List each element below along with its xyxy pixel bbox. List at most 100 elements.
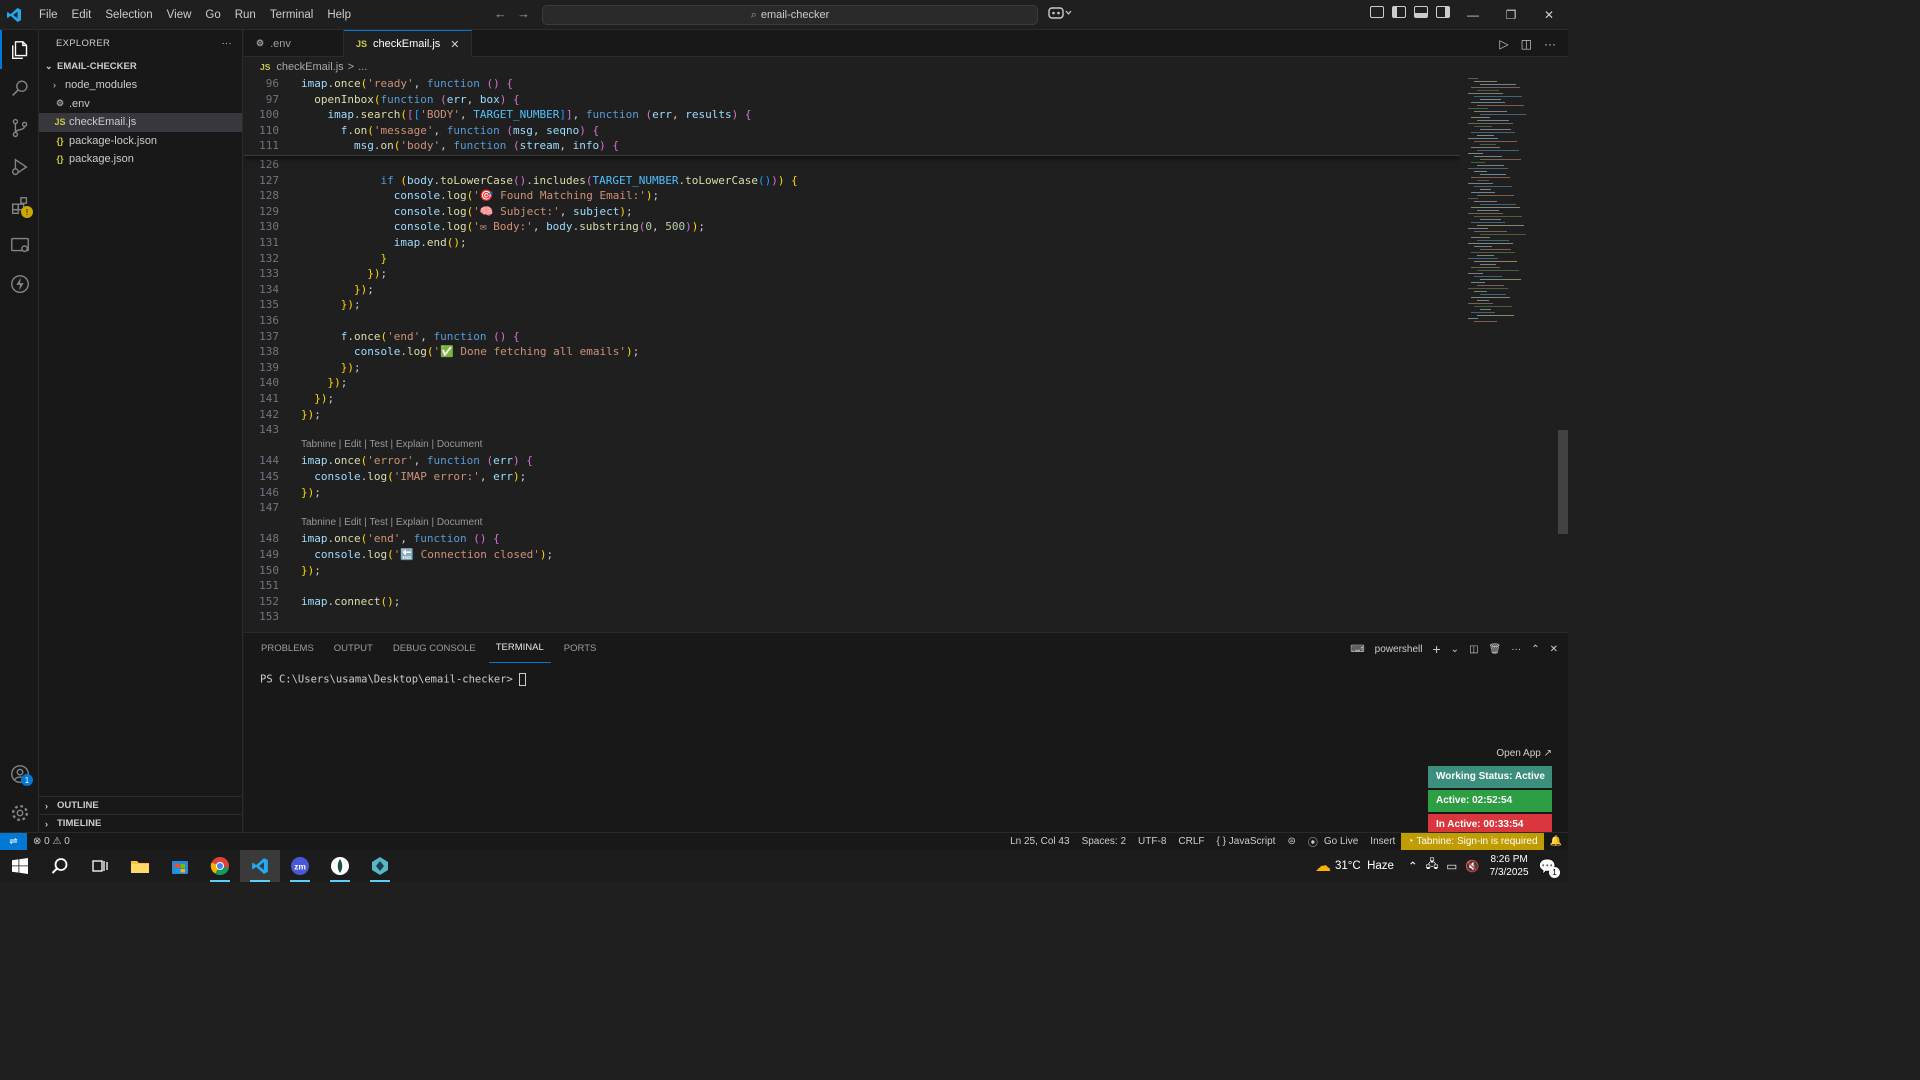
new-terminal-icon[interactable]: + [1432, 641, 1440, 657]
explorer-icon[interactable] [0, 30, 39, 69]
start-button-icon[interactable] [0, 850, 40, 882]
code-line[interactable]: 141 }); [244, 392, 1460, 408]
forward-arrow-icon[interactable]: → [517, 6, 530, 21]
run-debug-icon[interactable] [0, 147, 39, 186]
tab-ports[interactable]: PORTS [557, 633, 604, 663]
microsoft-store-icon[interactable] [160, 850, 200, 882]
back-arrow-icon[interactable]: ← [494, 6, 507, 21]
trash-icon[interactable]: 🗑 [1489, 644, 1502, 655]
breadcrumb-rest[interactable]: ... [358, 61, 367, 73]
problems-count[interactable]: ⊗ 0 ⚠ 0 [27, 836, 76, 847]
volume-muted-icon[interactable]: 🔇 [1465, 859, 1479, 873]
search-icon[interactable] [40, 850, 80, 882]
gear-icon[interactable] [0, 793, 39, 832]
lightning-icon[interactable] [0, 264, 39, 303]
code-line[interactable]: 142}); [244, 408, 1460, 424]
code-line[interactable]: 132 } [244, 252, 1460, 268]
go-live-button[interactable]: Go Live [1324, 836, 1364, 847]
code-line[interactable]: 150}); [244, 564, 1460, 580]
more-actions-icon[interactable]: ··· [1511, 644, 1521, 655]
sticky-line[interactable]: 100 imap.search([['BODY', TARGET_NUMBER]… [244, 108, 1460, 124]
remote-explorer-icon[interactable] [0, 225, 39, 264]
tree-item-checkemail[interactable]: JS checkEmail.js [39, 113, 242, 132]
code-lens-text[interactable]: Tabnine | Edit | Test | Explain | Docume… [301, 439, 482, 450]
sticky-line[interactable]: 110 f.on('message', function (msg, seqno… [244, 124, 1460, 140]
chrome-icon[interactable] [200, 850, 240, 882]
code-line[interactable]: 143 [244, 423, 1460, 439]
timeline-section[interactable]: › TIMELINE [39, 814, 243, 832]
code-line[interactable]: 134 }); [244, 283, 1460, 299]
more-actions-icon[interactable]: ··· [222, 38, 232, 49]
more-actions-icon[interactable]: ··· [1544, 37, 1556, 51]
search-icon[interactable] [0, 69, 39, 108]
chevron-up-icon[interactable]: ⌃ [1408, 859, 1418, 873]
close-icon[interactable]: ✕ [450, 38, 459, 51]
menu-terminal[interactable]: Terminal [263, 0, 320, 30]
code-line[interactable]: 144 imap.once('error', function (err) { [244, 454, 1460, 470]
code-editor[interactable]: 96 imap.once('ready', function () {97 ope… [244, 76, 1460, 632]
app-icon-2[interactable] [360, 850, 400, 882]
bell-icon[interactable]: 🔔 [1544, 836, 1568, 847]
tree-item-package[interactable]: {} package.json [39, 150, 242, 169]
code-line[interactable]: 131 imap.end(); [244, 236, 1460, 252]
sticky-scroll[interactable]: 96 imap.once('ready', function () {97 ope… [244, 76, 1460, 156]
tab-terminal[interactable]: TERMINAL [488, 633, 551, 663]
editor-scrollbar[interactable] [1558, 430, 1568, 534]
task-view-icon[interactable] [80, 850, 120, 882]
clock[interactable]: 8:26 PM 7/3/2025 [1490, 853, 1529, 879]
tree-item-env[interactable]: ⚙ .env [39, 95, 242, 114]
outline-section[interactable]: › OUTLINE [39, 796, 243, 814]
code-line[interactable]: 151 [244, 579, 1460, 595]
tabnine-status[interactable]: ◔ Tabnine: Sign-in is required [1401, 833, 1544, 850]
code-line[interactable]: 139 }); [244, 361, 1460, 377]
menu-edit[interactable]: Edit [65, 0, 99, 30]
tab-problems[interactable]: PROBLEMS [254, 633, 321, 663]
extensions-icon[interactable]: ! [0, 186, 39, 225]
split-terminal-icon[interactable]: ◫ [1469, 644, 1478, 655]
cursor-position[interactable]: Ln 25, Col 43 [1004, 836, 1076, 847]
remote-icon[interactable]: ⇌ [0, 832, 27, 851]
code-line[interactable]: 130 console.log('✉ Body:', body.substrin… [244, 220, 1460, 236]
toggle-sidebar-icon[interactable] [1392, 6, 1406, 18]
network-icon[interactable]: 🖧 [1426, 857, 1439, 876]
menu-go[interactable]: Go [198, 0, 227, 30]
code-lens-text[interactable]: Tabnine | Edit | Test | Explain | Docume… [301, 517, 482, 528]
tree-item-package-lock[interactable]: {} package-lock.json [39, 132, 242, 151]
code-line[interactable]: 127 if (body.toLowerCase().includes(TARG… [244, 174, 1460, 190]
zoom-icon[interactable]: zm [280, 850, 320, 882]
code-lens[interactable]: Tabnine | Edit | Test | Explain | Docume… [244, 439, 1460, 455]
tab-checkemail[interactable]: JS checkEmail.js ✕ [344, 30, 473, 57]
command-center-search[interactable]: ⌕ email-checker [542, 5, 1038, 25]
code-line[interactable]: 148 imap.once('end', function () { [244, 532, 1460, 548]
indentation[interactable]: Spaces: 2 [1076, 836, 1132, 847]
tree-item-node-modules[interactable]: › node_modules [39, 76, 242, 95]
source-control-icon[interactable] [0, 108, 39, 147]
notification-icon[interactable]: 💬 1 [1539, 858, 1560, 878]
code-lens[interactable]: Tabnine | Edit | Test | Explain | Docume… [244, 517, 1460, 533]
file-explorer-icon[interactable] [120, 850, 160, 882]
menu-help[interactable]: Help [320, 0, 358, 30]
code-line[interactable]: 128 console.log('🎯 Found Matching Email:… [244, 189, 1460, 205]
close-panel-icon[interactable]: ✕ [1550, 644, 1558, 655]
language-mode[interactable]: { } JavaScript [1211, 836, 1282, 847]
code-line[interactable]: 153 [244, 610, 1460, 626]
line-ending[interactable]: CRLF [1172, 836, 1210, 847]
code-line[interactable]: 149 console.log('🔚 Connection closed'); [244, 548, 1460, 564]
maximize-panel-icon[interactable]: ⌃ [1531, 644, 1539, 655]
copilot-status-icon[interactable]: ⊜ [1281, 836, 1301, 847]
chevron-down-icon[interactable]: ⌄ [1451, 644, 1459, 655]
copilot-icon[interactable] [1048, 6, 1072, 23]
code-line[interactable]: 152 imap.connect(); [244, 595, 1460, 611]
folder-header[interactable]: ⌄ EMAIL-CHECKER [39, 56, 242, 76]
tab-debug-console[interactable]: DEBUG CONSOLE [386, 633, 483, 663]
display-icon[interactable]: ▭ [1446, 859, 1457, 873]
open-app-button[interactable]: Open App ↗ [1428, 744, 1552, 764]
breadcrumb-file[interactable]: checkEmail.js [276, 61, 343, 73]
menu-file[interactable]: File [32, 0, 65, 30]
menu-run[interactable]: Run [228, 0, 263, 30]
code-line[interactable]: 146}); [244, 486, 1460, 502]
encoding[interactable]: UTF-8 [1132, 836, 1172, 847]
minimap[interactable] [1460, 76, 1560, 632]
shell-name[interactable]: powershell [1375, 644, 1423, 655]
menu-selection[interactable]: Selection [98, 0, 159, 30]
